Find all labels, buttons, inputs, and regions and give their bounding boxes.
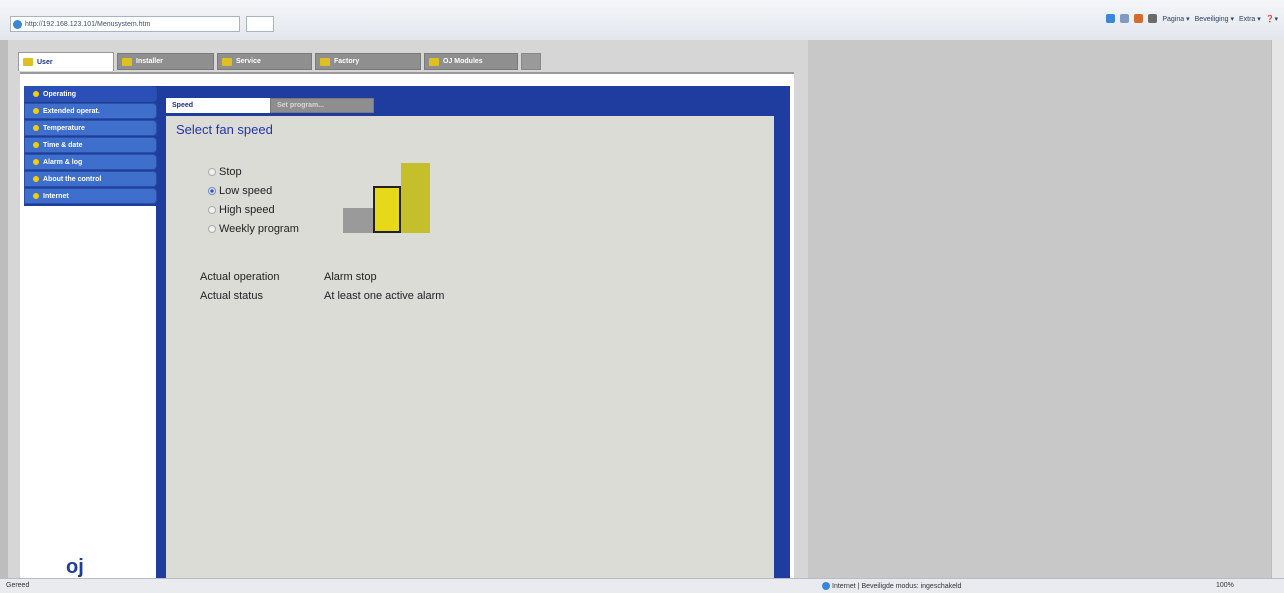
actual-operation-value: Alarm stop: [324, 271, 377, 283]
speed-bar-low: [373, 186, 401, 233]
new-tab-button[interactable]: [246, 16, 274, 32]
bell-icon: [33, 159, 39, 165]
operating-icon: [33, 91, 39, 97]
sidebar-item-extended-operat[interactable]: Extended operat.: [24, 103, 157, 119]
option-weekly-program[interactable]: Weekly program: [208, 223, 299, 235]
vertical-scrollbar[interactable]: [1271, 40, 1284, 578]
option-high-speed[interactable]: High speed: [208, 204, 275, 216]
oj-logo: oj: [66, 556, 84, 578]
tab-factory[interactable]: Factory: [315, 53, 421, 70]
tab-set-program[interactable]: Set program...: [270, 98, 374, 113]
address-bar[interactable]: http://192.168.123.101/Menusystem.htm: [10, 16, 240, 32]
actual-operation-label: Actual operation: [200, 271, 280, 283]
tab-strip-end: [521, 53, 541, 70]
zoom-level[interactable]: 100%: [1216, 582, 1234, 589]
side-menu: Operating Extended operat. Temperature T…: [24, 86, 157, 205]
actual-status-label: Actual status: [200, 290, 263, 302]
menu-pagina[interactable]: Pagina ▾: [1162, 15, 1189, 23]
globe-icon: [822, 582, 830, 590]
page-background: [808, 40, 1271, 578]
globe-icon: [33, 193, 39, 199]
sidebar-background: [24, 206, 156, 578]
extended-icon: [33, 108, 39, 114]
browser-toolbar: http://192.168.123.101/Menusystem.htm Pa…: [0, 0, 1284, 41]
page-margin: [0, 40, 8, 578]
speed-bar-high: [401, 163, 430, 233]
print-icon[interactable]: [1148, 14, 1158, 23]
sidebar-item-operating[interactable]: Operating: [24, 86, 157, 102]
top-tab-strip: User Installer Service Factory OJ Module…: [18, 52, 541, 71]
sidebar-item-time-date[interactable]: Time & date: [24, 137, 157, 153]
sidebar-item-alarm-log[interactable]: Alarm & log: [24, 154, 157, 170]
option-low-speed[interactable]: Low speed: [208, 185, 272, 197]
command-bar: Pagina ▾ Beveiliging ▾ Extra ▾ ❓▾: [1106, 14, 1278, 23]
tab-service[interactable]: Service: [217, 53, 312, 70]
sidebar-item-internet[interactable]: Internet: [24, 188, 157, 204]
radio-low-speed[interactable]: [208, 187, 216, 195]
mail-icon[interactable]: [1134, 14, 1144, 23]
menu-beveiliging[interactable]: Beveiliging ▾: [1195, 15, 1234, 23]
address-text: http://192.168.123.101/Menusystem.htm: [25, 20, 151, 28]
option-stop[interactable]: Stop: [208, 166, 242, 178]
ie-page-icon: [13, 19, 22, 29]
speed-bar-stop: [343, 208, 373, 233]
menu-extra[interactable]: Extra ▾: [1239, 15, 1261, 23]
question-icon: [33, 176, 39, 182]
security-zone[interactable]: Internet | Beveiligde modus: ingeschakel…: [822, 582, 961, 590]
installer-icon: [122, 57, 132, 66]
radio-high-speed[interactable]: [208, 206, 216, 214]
tab-speed[interactable]: Speed: [166, 98, 270, 113]
radio-weekly-program[interactable]: [208, 225, 216, 233]
feeds-icon[interactable]: [1120, 14, 1130, 23]
tab-installer[interactable]: Installer: [117, 53, 214, 70]
tab-oj-modules[interactable]: OJ Modules: [424, 53, 518, 70]
radio-stop[interactable]: [208, 168, 216, 176]
user-icon: [23, 58, 33, 66]
browser-statusbar: Gereed Internet | Beveiligde modus: inge…: [0, 578, 1284, 593]
actual-status-value: At least one active alarm: [324, 290, 445, 302]
sidebar-item-temperature[interactable]: Temperature: [24, 120, 157, 136]
factory-icon: [320, 57, 330, 66]
home-icon[interactable]: [1106, 14, 1116, 23]
clock-icon: [33, 142, 39, 148]
status-text: Gereed: [6, 582, 30, 589]
thermometer-icon: [33, 125, 39, 131]
modules-icon: [429, 57, 439, 66]
tab-user[interactable]: User: [18, 52, 114, 71]
help-icon[interactable]: ❓▾: [1266, 15, 1278, 23]
page-title: Select fan speed: [176, 122, 273, 137]
service-icon: [222, 57, 232, 66]
sidebar-item-about[interactable]: About the control: [24, 171, 157, 187]
